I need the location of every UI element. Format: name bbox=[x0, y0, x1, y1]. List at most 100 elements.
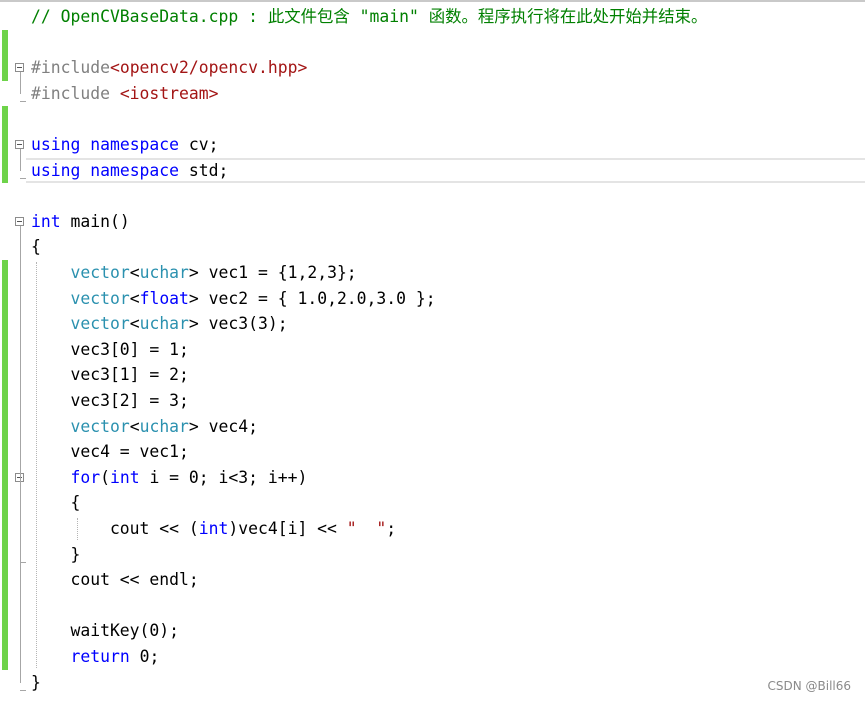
code-line[interactable]: waitKey(0); bbox=[0, 618, 865, 644]
code-line[interactable]: vec3[0] = 1; bbox=[0, 337, 865, 363]
code-text: vec3[0] = 1; bbox=[31, 337, 189, 363]
code-token: return bbox=[70, 647, 130, 666]
code-token: { bbox=[31, 237, 41, 257]
code-token: <opencv2/opencv.hpp> bbox=[109, 58, 308, 78]
code-text: #include <iostream> bbox=[31, 81, 219, 107]
code-token: ; bbox=[386, 519, 397, 538]
code-token: using bbox=[31, 160, 81, 180]
code-line[interactable]: { bbox=[0, 490, 865, 516]
code-text: { bbox=[31, 234, 41, 260]
code-token: > vec2 = { 1.0,2.0,3.0 }; bbox=[188, 288, 436, 308]
watermark: CSDN @Bill66 bbox=[767, 679, 851, 693]
code-text: // OpenCVBaseData.cpp : 此文件包含 "main" 函数。… bbox=[31, 4, 707, 30]
code-line[interactable]: int main() bbox=[0, 209, 865, 235]
code-line[interactable] bbox=[0, 183, 865, 209]
code-token: > vec1 = {1,2,3}; bbox=[188, 263, 357, 282]
indent-guide bbox=[77, 518, 78, 540]
code-token: #include bbox=[31, 83, 120, 103]
code-token: > vec3(3); bbox=[188, 314, 288, 334]
code-text: #include<opencv2/opencv.hpp> bbox=[31, 55, 307, 81]
code-text: vector<uchar> vec4; bbox=[31, 414, 258, 440]
code-token: > vec4; bbox=[188, 416, 258, 436]
code-line[interactable]: for(int i = 0; i<3; i++) bbox=[0, 465, 865, 491]
code-token: vec3[0] = 1; bbox=[31, 339, 189, 359]
code-text: { bbox=[31, 490, 80, 516]
code-token: )vec4[i] << bbox=[228, 519, 347, 538]
code-line[interactable] bbox=[0, 593, 865, 619]
code-editor[interactable]: // OpenCVBaseData.cpp : 此文件包含 "main" 函数。… bbox=[0, 0, 865, 701]
code-token: } bbox=[31, 672, 41, 692]
code-line[interactable]: #include <iostream> bbox=[0, 81, 865, 107]
code-text: cout << endl; bbox=[31, 567, 199, 593]
code-token: using bbox=[31, 135, 81, 154]
code-token: " " bbox=[346, 519, 387, 538]
code-token: for bbox=[70, 467, 101, 487]
code-text: vector<float> vec2 = { 1.0,2.0,3.0 }; bbox=[31, 286, 436, 312]
code-token: uchar bbox=[139, 416, 189, 436]
code-line[interactable]: return 0; bbox=[0, 644, 865, 670]
code-line[interactable]: vector<uchar> vec4; bbox=[0, 414, 865, 440]
code-token: namespace bbox=[90, 135, 180, 154]
code-token: uchar bbox=[139, 263, 189, 282]
editor-top-border bbox=[0, 0, 865, 2]
code-line[interactable]: vector<float> vec2 = { 1.0,2.0,3.0 }; bbox=[0, 286, 865, 312]
code-line[interactable]: cout << endl; bbox=[0, 567, 865, 593]
code-text: return 0; bbox=[31, 644, 159, 670]
code-token: < bbox=[129, 288, 140, 308]
code-token: vector bbox=[70, 288, 130, 308]
code-token: vector bbox=[70, 416, 130, 436]
code-token: float bbox=[139, 288, 189, 308]
code-token: < bbox=[129, 314, 140, 334]
code-text: vec4 = vec1; bbox=[31, 439, 189, 465]
code-line[interactable]: // OpenCVBaseData.cpp : 此文件包含 "main" 函数。… bbox=[0, 4, 865, 30]
code-text: } bbox=[31, 542, 80, 568]
code-token: int bbox=[198, 519, 229, 538]
code-token: cv; bbox=[179, 135, 219, 154]
code-token: // OpenCVBaseData.cpp : 此文件包含 "main" 函数。… bbox=[31, 7, 708, 26]
code-line[interactable]: } bbox=[0, 670, 865, 696]
code-token: main() bbox=[60, 211, 130, 231]
code-line[interactable] bbox=[0, 30, 865, 56]
code-line[interactable]: vector<uchar> vec3(3); bbox=[0, 311, 865, 337]
code-token: <iostream> bbox=[119, 83, 219, 103]
code-line[interactable]: vector<uchar> vec1 = {1,2,3}; bbox=[0, 260, 865, 286]
code-line[interactable]: vec3[1] = 2; bbox=[0, 362, 865, 388]
code-token: namespace bbox=[90, 160, 180, 180]
code-text: vector<uchar> vec1 = {1,2,3}; bbox=[31, 260, 357, 286]
code-text: for(int i = 0; i<3; i++) bbox=[31, 465, 307, 491]
code-line[interactable]: #include<opencv2/opencv.hpp> bbox=[0, 55, 865, 81]
code-text: using namespace cv; bbox=[31, 132, 219, 158]
code-token: uchar bbox=[139, 314, 189, 334]
code-token: std; bbox=[179, 160, 229, 180]
code-text: cout << (int)vec4[i] << " "; bbox=[31, 516, 396, 542]
code-text: int main() bbox=[31, 209, 130, 235]
code-line[interactable]: using namespace cv; bbox=[0, 132, 865, 158]
code-line[interactable]: { bbox=[0, 234, 865, 260]
code-line[interactable]: } bbox=[0, 542, 865, 568]
code-text: vec3[2] = 3; bbox=[31, 388, 188, 414]
code-token: vec4 = vec1; bbox=[31, 442, 189, 462]
code-line[interactable]: cout << (int)vec4[i] << " "; bbox=[0, 516, 865, 542]
code-token: int bbox=[31, 211, 61, 231]
code-line[interactable]: vec3[2] = 3; bbox=[0, 388, 865, 414]
code-token: i = 0; i<3; i++) bbox=[139, 467, 308, 487]
code-token: vector bbox=[70, 314, 130, 334]
code-text: } bbox=[31, 670, 41, 696]
code-token: ( bbox=[100, 467, 110, 487]
code-line[interactable]: vec4 = vec1; bbox=[0, 439, 865, 465]
code-token: } bbox=[31, 544, 81, 564]
code-token: < bbox=[129, 416, 140, 436]
code-token: 0; bbox=[129, 647, 160, 666]
code-line[interactable]: using namespace std; bbox=[0, 157, 865, 184]
code-line[interactable] bbox=[0, 106, 865, 132]
code-token: cout << ( bbox=[31, 519, 199, 538]
code-text: vector<uchar> vec3(3); bbox=[31, 311, 288, 337]
code-token: { bbox=[31, 493, 81, 513]
code-text: waitKey(0); bbox=[31, 618, 179, 644]
code-text: using namespace std; bbox=[31, 158, 228, 184]
code-text: vec3[1] = 2; bbox=[31, 362, 188, 388]
code-token: cout << endl; bbox=[31, 570, 199, 590]
indent-guide bbox=[36, 262, 37, 668]
